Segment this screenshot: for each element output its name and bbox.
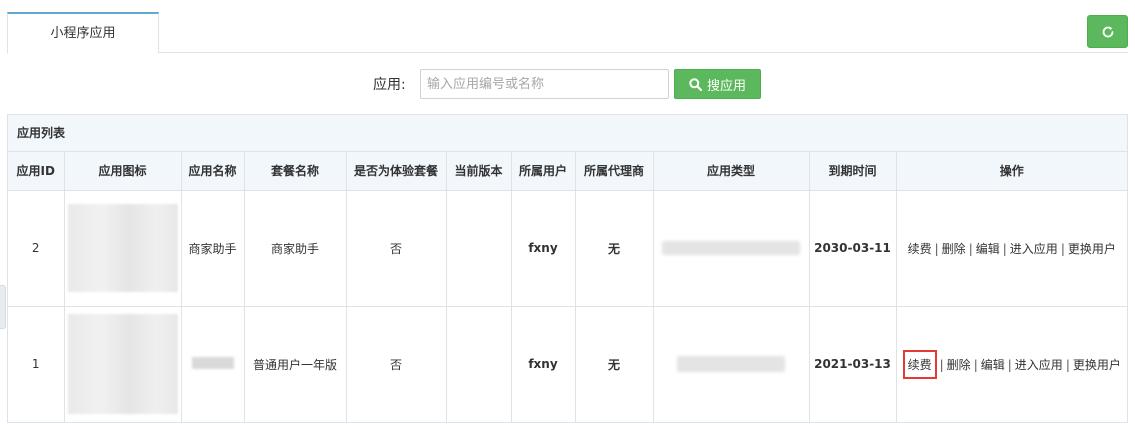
column-header: 应用类型 <box>652 152 810 191</box>
package-name-cell: 商家助手 <box>243 189 347 307</box>
app-id-cell: 1 <box>8 305 65 422</box>
trial-cell: 否 <box>345 305 447 422</box>
column-header: 应用ID <box>8 152 65 191</box>
agent-cell: 无 <box>574 189 654 307</box>
app-type-cell <box>652 189 810 307</box>
app-id-cell: 2 <box>8 189 65 307</box>
separator: | <box>1002 241 1007 256</box>
side-collapse-handle[interactable] <box>0 285 6 329</box>
app-type-redacted <box>677 356 785 373</box>
app-name-redacted <box>191 356 234 369</box>
version-cell <box>445 305 512 422</box>
trial-cell: 否 <box>345 189 447 307</box>
separator: | <box>934 241 939 256</box>
search-button[interactable]: 搜应用 <box>674 69 761 99</box>
app-icon-image <box>67 204 178 292</box>
separator: | <box>973 357 978 372</box>
change-user-link[interactable]: 更换用户 <box>1068 242 1116 256</box>
owner-user-cell: fxny <box>510 189 576 307</box>
separator: | <box>1060 241 1065 256</box>
column-header: 套餐名称 <box>243 152 347 191</box>
panel-title: 应用列表 <box>8 115 1127 152</box>
table-row: 2 商家助手 商家助手 否 fxny 无 2030-03-11 续费 | 删除 | 编辑… <box>8 189 1127 307</box>
app-icon-image <box>67 314 178 415</box>
delete-link[interactable]: 删除 <box>942 242 966 256</box>
separator: | <box>968 241 973 256</box>
delete-link[interactable]: 删除 <box>947 358 971 372</box>
column-header: 当前版本 <box>445 152 512 191</box>
column-header: 到期时间 <box>808 152 897 191</box>
app-table: 应用ID 应用图标 应用名称 套餐名称 是否为体验套餐 当前版本 所属用户 所属… <box>8 152 1127 422</box>
expire-date-cell: 2030-03-11 <box>808 189 897 307</box>
app-icon-cell <box>63 305 182 422</box>
column-header: 所属代理商 <box>574 152 654 191</box>
table-row: 1 普通用户一年版 否 fxny 无 2021-03-13 续费 | 删除 | 编辑 | 进… <box>8 305 1127 422</box>
tab-bar: 小程序应用 <box>7 0 1128 54</box>
app-list-panel: 应用列表 应用ID 应用图标 应用名称 套餐名称 是否为体验套餐 当前版本 所属… <box>7 114 1128 423</box>
app-type-cell <box>652 305 810 422</box>
version-cell <box>445 189 512 307</box>
enter-app-link[interactable]: 进入应用 <box>1010 242 1058 256</box>
search-button-label: 搜应用 <box>706 78 746 94</box>
table-header-row: 应用ID 应用图标 应用名称 套餐名称 是否为体验套餐 当前版本 所属用户 所属… <box>8 152 1127 191</box>
actions-cell: 续费 | 删除 | 编辑 | 进入应用 | 更换用户 <box>895 305 1127 422</box>
owner-user-cell: fxny <box>510 305 576 422</box>
agent-cell: 无 <box>574 305 654 422</box>
separator: | <box>1007 357 1012 372</box>
expire-date-cell: 2021-03-13 <box>808 305 897 422</box>
search-icon <box>689 77 702 91</box>
change-user-link[interactable]: 更换用户 <box>1073 358 1121 372</box>
renew-link[interactable]: 续费 <box>908 242 932 256</box>
column-header: 操作 <box>895 152 1127 191</box>
edit-link[interactable]: 编辑 <box>981 358 1005 372</box>
app-icon-cell <box>63 189 182 307</box>
column-header: 是否为体验套餐 <box>345 152 447 191</box>
package-name-cell: 普通用户一年版 <box>243 305 347 422</box>
column-header: 所属用户 <box>510 152 576 191</box>
actions-cell: 续费 | 删除 | 编辑 | 进入应用 | 更换用户 <box>895 189 1127 307</box>
app-name-cell: 商家助手 <box>180 189 245 307</box>
app-name-cell <box>180 305 245 422</box>
enter-app-link[interactable]: 进入应用 <box>1015 358 1063 372</box>
separator: | <box>1065 357 1070 372</box>
column-header: 应用名称 <box>180 152 245 191</box>
column-header: 应用图标 <box>63 152 182 191</box>
separator: | <box>939 357 944 372</box>
edit-link[interactable]: 编辑 <box>976 242 1000 256</box>
renew-link[interactable]: 续费 <box>902 349 937 379</box>
app-type-redacted <box>662 241 800 255</box>
tab-mini-program-apps[interactable]: 小程序应用 <box>7 12 159 54</box>
search-label: 应用: <box>373 77 406 93</box>
search-input[interactable] <box>420 69 669 99</box>
refresh-button[interactable] <box>1087 15 1128 48</box>
refresh-icon <box>1102 26 1113 37</box>
